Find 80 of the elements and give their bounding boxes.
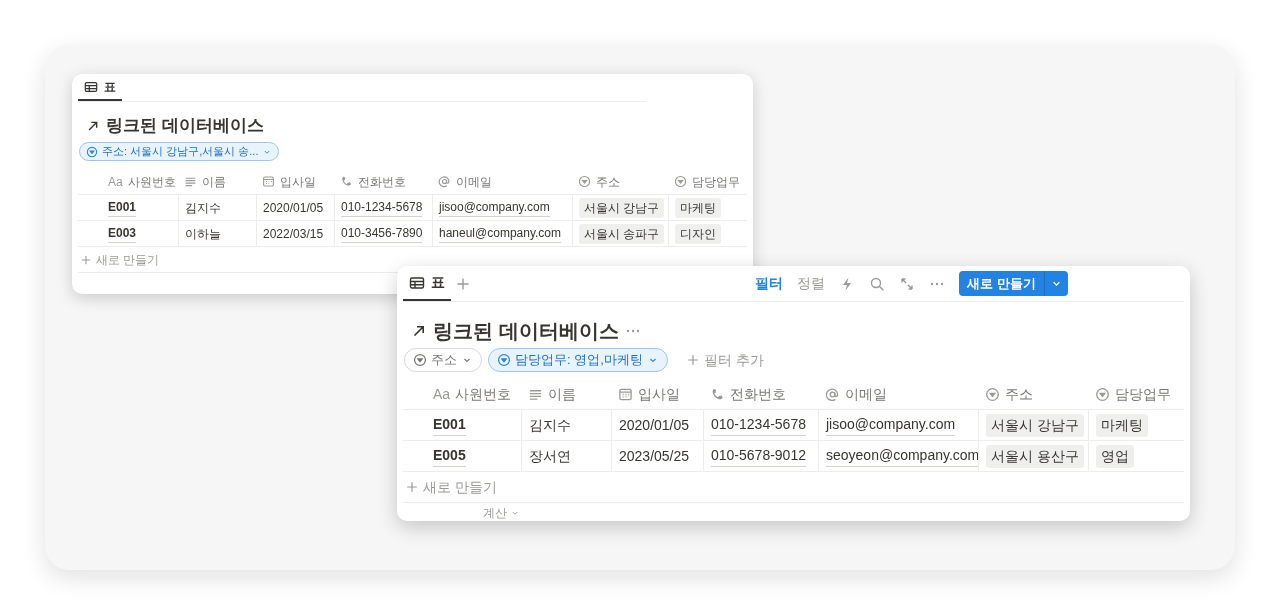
search-icon[interactable] <box>869 275 886 292</box>
select-tag: 서울시 강남구 <box>986 413 1084 437</box>
filter-icon <box>86 145 98 158</box>
table-cell-text: 2020/01/05 <box>619 415 690 435</box>
phone-link[interactable]: 010-1234-5678 <box>711 414 806 436</box>
table-cell-text: 2023/05/25 <box>619 446 690 466</box>
column-header[interactable]: 주소 <box>978 380 1088 409</box>
email-link[interactable]: haneul@company.com <box>439 224 562 243</box>
column-header[interactable]: 입사일 <box>611 380 703 409</box>
new-row-button[interactable]: 새로 만들기 <box>403 476 499 498</box>
lines-icon <box>184 175 197 188</box>
table-icon <box>84 79 98 94</box>
plus-icon <box>685 353 700 367</box>
plus-icon <box>405 480 419 494</box>
email-link[interactable]: jisoo@company.com <box>439 198 550 217</box>
add-filter-button[interactable]: 필터 추가 <box>677 348 772 372</box>
table-cell-text: 김지수 <box>185 199 221 217</box>
column-header[interactable]: Aa 사원번호 <box>403 380 521 409</box>
sort-link[interactable]: 정렬 <box>797 273 826 294</box>
table-cell-text: 이하늘 <box>185 225 221 243</box>
phone-icon <box>710 387 725 402</box>
select-tag: 서울시 용산구 <box>986 444 1084 468</box>
filter-icon <box>497 353 511 367</box>
title-type-icon: Aa <box>108 172 123 191</box>
column-header[interactable]: 담당업무 <box>1088 380 1188 409</box>
email-link[interactable]: jisoo@company.com <box>826 414 956 436</box>
phone-link[interactable]: 010-3456-7890 <box>341 224 423 243</box>
record-title[interactable]: E001 <box>108 198 137 217</box>
column-header[interactable]: 전화번호 <box>703 380 818 409</box>
table-cell-text: 2022/03/15 <box>263 225 324 243</box>
record-title[interactable]: E001 <box>433 414 466 436</box>
database-title: 링크된 데이터베이스 <box>106 115 264 138</box>
lines-icon <box>528 387 543 402</box>
title-type-icon: Aa <box>433 384 451 405</box>
new-row-button[interactable]: 새로 만들기 <box>78 250 162 269</box>
filter-link[interactable]: 필터 <box>755 273 784 294</box>
calculate-button[interactable]: 계산 <box>483 504 520 521</box>
dropdown-circle-icon <box>578 175 591 188</box>
table-cell-text: 장서연 <box>529 446 571 466</box>
select-tag: 마케팅 <box>1096 413 1148 437</box>
phone-link[interactable]: 010-5678-9012 <box>711 445 806 467</box>
email-link[interactable]: seoyeon@company.com <box>826 445 980 467</box>
table-icon <box>409 274 425 291</box>
calendar-icon <box>618 387 633 402</box>
expand-icon[interactable] <box>899 275 916 292</box>
phone-icon <box>340 175 353 188</box>
plus-icon <box>80 253 92 266</box>
dropdown-circle-icon <box>1095 387 1110 402</box>
record-title[interactable]: E003 <box>108 224 137 243</box>
filter-chip[interactable]: 주소: 서울시 강남구,서울시 송... <box>79 142 280 161</box>
select-tag: 디자인 <box>675 223 721 244</box>
dropdown-circle-icon <box>985 387 1000 402</box>
filter-icon <box>413 353 427 367</box>
select-tag: 마케팅 <box>675 197 721 218</box>
table-cell-text: 김지수 <box>529 415 571 435</box>
select-tag: 서울시 강남구 <box>579 197 665 218</box>
dropdown-circle-icon <box>674 175 687 188</box>
column-header[interactable]: 이메일 <box>432 169 572 194</box>
record-title[interactable]: E005 <box>433 445 466 467</box>
view-tab[interactable]: 표 <box>403 266 451 301</box>
column-header[interactable]: 담당업무 <box>668 169 753 194</box>
at-sign-icon <box>438 175 451 188</box>
database-title: 링크된 데이터베이스 <box>433 319 619 344</box>
table-cell-text: 2020/01/05 <box>263 199 324 217</box>
calendar-icon <box>262 175 275 188</box>
column-header[interactable]: 주소 <box>572 169 668 194</box>
at-sign-icon <box>825 387 840 402</box>
link-arrow-icon <box>86 119 100 133</box>
select-tag: 서울시 송파구 <box>579 223 665 244</box>
column-header[interactable]: 이메일 <box>818 380 978 409</box>
column-header[interactable]: Aa 사원번호 <box>78 169 178 194</box>
phone-link[interactable]: 010-1234-5678 <box>341 198 423 217</box>
column-header[interactable]: 전화번호 <box>334 169 432 194</box>
view-tab[interactable]: 표 <box>78 74 122 101</box>
column-header[interactable]: 이름 <box>521 380 611 409</box>
filter-chip[interactable]: 담당업무: 영업,마케팅 <box>488 348 668 372</box>
column-header[interactable]: 입사일 <box>256 169 334 194</box>
link-arrow-icon <box>411 323 427 339</box>
select-tag: 영업 <box>1096 444 1134 468</box>
column-header[interactable]: 이름 <box>178 169 256 194</box>
